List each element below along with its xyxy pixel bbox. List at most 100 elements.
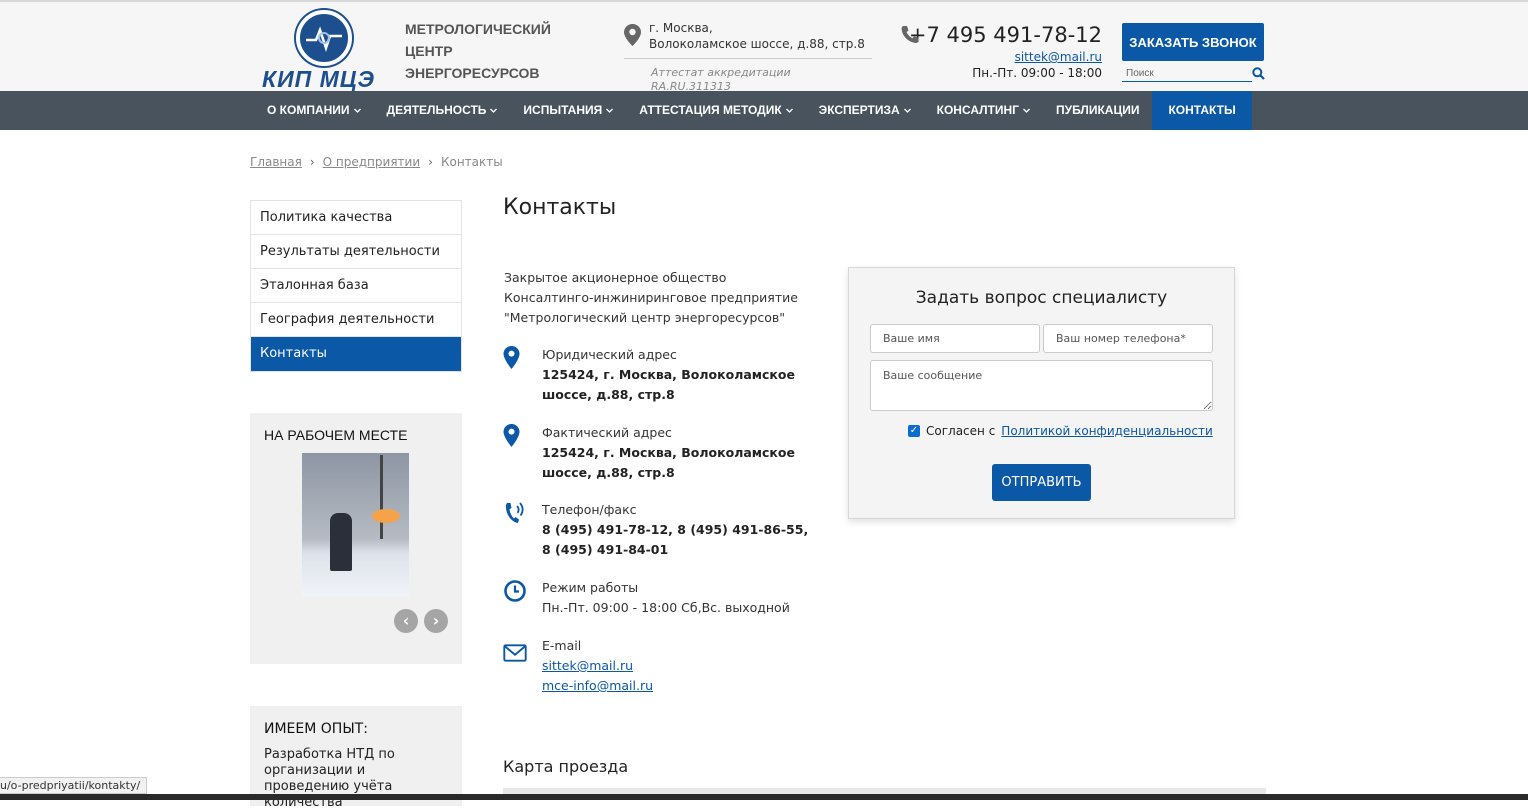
contact-value: Пн.-Пт. 09:00 - 18:00 Сб,Вс. выходной (542, 600, 790, 615)
arrow-left-icon[interactable]: ‹ (394, 609, 418, 633)
search-input[interactable] (1122, 65, 1252, 82)
experience-widget: ИМЕЕМ ОПЫТ: Разработка НТД по организаци… (250, 706, 462, 810)
chevron-down-icon (1023, 108, 1030, 113)
photo-person (330, 513, 352, 571)
chevron-down-icon (490, 108, 498, 113)
phone-ringing-icon (505, 502, 524, 523)
search-icon[interactable] (1252, 67, 1265, 80)
org-name-line: МЕТРОЛОГИЧЕСКИЙ (405, 21, 551, 37)
map-pin-icon (624, 24, 641, 46)
email-link[interactable]: sittek@mail.ru (542, 658, 633, 673)
sidebar-item-contacts[interactable]: Контакты (251, 337, 461, 371)
window-bottom-edge (0, 794, 1528, 800)
header-address: г. Москва, Волоколамское шоссе, д.88, ст… (624, 20, 872, 94)
breadcrumb-home[interactable]: Главная (250, 155, 302, 169)
search-box (1122, 65, 1266, 82)
header-phone[interactable]: +7 495 491-78-12 (900, 22, 1102, 48)
submit-button[interactable]: ОТПРАВИТЬ (992, 464, 1091, 501)
sidebar-item-quality-policy[interactable]: Политика качества (251, 201, 461, 235)
nav-item-tests[interactable]: ИСПЫТАНИЯ (510, 91, 626, 130)
nav-item-contacts[interactable]: КОНТАКТЫ (1152, 91, 1252, 130)
sidebar-item-results[interactable]: Результаты деятельности (251, 235, 461, 269)
page-title: Контакты (503, 195, 617, 220)
work-hours: Режим работы Пн.-Пт. 09:00 - 18:00 Сб,Вс… (503, 578, 833, 618)
nav-item-methods[interactable]: АТТЕСТАЦИЯ МЕТОДИК (626, 91, 805, 130)
message-input[interactable] (870, 360, 1213, 411)
divider (624, 58, 872, 59)
photo-flare (372, 509, 400, 523)
contact-label: Фактический адрес (542, 425, 672, 440)
contact-value[interactable]: 8 (495) 491-78-12, 8 (495) 491-86-55, (542, 520, 833, 540)
chevron-down-icon (785, 108, 793, 113)
sidebar-item-reference-base[interactable]: Эталонная база (251, 269, 461, 303)
sidebar-item-geography[interactable]: География деятельности (251, 303, 461, 337)
contact-value: 125424, г. Москва, Волоколамское шоссе, … (542, 445, 795, 480)
question-form: Задать вопрос специалисту ✓ Согласен с П… (848, 267, 1235, 519)
logo[interactable]: КИП МЦЭ (262, 10, 396, 92)
arrow-right-icon[interactable]: › (424, 609, 448, 633)
company-line: "Метрологический центр энергоресурсов" (504, 310, 786, 325)
nav-item-label: ДЕЯТЕЛЬНОСТЬ (386, 103, 487, 117)
chevron-down-icon (903, 108, 911, 113)
org-name-line: ЭНЕРГОРЕСУРСОВ (405, 65, 540, 81)
nav-item-expertise[interactable]: ЭКСПЕРТИЗА (806, 91, 924, 130)
nav-item-label: КОНТАКТЫ (1168, 103, 1236, 117)
clock-icon (504, 580, 526, 602)
chevron-down-icon (353, 108, 361, 113)
nav-item-label: ПУБЛИКАЦИИ (1056, 103, 1140, 117)
email-contacts: E-mail sittek@mail.ru mce-info@mail.ru (503, 636, 833, 696)
logo-emblem-icon (296, 10, 352, 66)
at-work-widget: НА РАБОЧЕМ МЕСТЕ ‹ › (250, 413, 462, 664)
breadcrumb: Главная › О предприятии › Контакты (250, 155, 503, 169)
header-hours: Пн.-Пт. 09:00 - 18:00 (972, 66, 1102, 80)
nav-item-publications[interactable]: ПУБЛИКАЦИИ (1043, 91, 1152, 130)
phone-input[interactable] (1043, 324, 1213, 353)
nav-item-label: ИСПЫТАНИЯ (523, 103, 603, 117)
contact-label: Юридический адрес (542, 347, 677, 362)
legal-address: Юридический адрес 125424, г. Москва, Вол… (503, 345, 833, 405)
breadcrumb-separator: › (428, 155, 433, 169)
organization-name: МЕТРОЛОГИЧЕСКИЙ ЦЕНТР ЭНЕРГОРЕСУРСОВ (405, 18, 575, 84)
header-email-link[interactable]: sittek@mail.ru (900, 49, 1102, 65)
nav-item-consulting[interactable]: КОНСАЛТИНГ (924, 91, 1043, 130)
nav-item-label: АТТЕСТАЦИЯ МЕТОДИК (639, 103, 782, 117)
worker-photo[interactable] (302, 453, 409, 596)
consent-row: ✓ Согласен с Политикой конфиденциальност… (908, 424, 1213, 438)
breadcrumb-parent[interactable]: О предприятии (323, 155, 420, 169)
callback-button[interactable]: ЗАКАЗАТЬ ЗВОНОК (1122, 23, 1264, 61)
contact-label: Телефон/факс (542, 502, 637, 517)
company-line: Консалтинго-инжиниринговое предприятие (504, 290, 798, 305)
address-line: Волоколамское шоссе, д.88, стр.8 (649, 37, 865, 51)
nav-item-about[interactable]: О КОМПАНИИ (254, 91, 374, 130)
widget-title: ИМЕЕМ ОПЫТ: (264, 721, 368, 737)
main-navigation: О КОМПАНИИ ДЕЯТЕЛЬНОСТЬ ИСПЫТАНИЯ АТТЕСТ… (0, 91, 1528, 130)
site-header: КИП МЦЭ МЕТРОЛОГИЧЕСКИЙ ЦЕНТР ЭНЕРГОРЕСУ… (0, 0, 1528, 94)
phone-icon (901, 26, 919, 43)
address-line: г. Москва, (649, 21, 713, 35)
company-line: Закрытое акционерное общество (504, 270, 727, 285)
consent-checkbox[interactable]: ✓ (908, 425, 920, 437)
sidebar-menu: Политика качества Результаты деятельност… (250, 200, 462, 372)
actual-address: Фактический адрес 125424, г. Москва, Вол… (503, 423, 833, 483)
contact-label: E-mail (542, 638, 582, 653)
phone-fax: Телефон/факс 8 (495) 491-78-12, 8 (495) … (503, 500, 833, 560)
map-pin-icon (503, 424, 520, 447)
status-bar-url: u/o-predpriyatii/kontakty/ (0, 777, 148, 794)
contact-value[interactable]: 8 (495) 491-84-01 (542, 540, 833, 560)
nav-item-activity[interactable]: ДЕЯТЕЛЬНОСТЬ (374, 91, 511, 130)
envelope-icon (503, 644, 527, 662)
contact-label: Режим работы (542, 580, 639, 595)
slider-controls: ‹ › (394, 609, 448, 633)
org-name-line: ЦЕНТР (405, 43, 453, 59)
chevron-down-icon (606, 108, 614, 113)
name-input[interactable] (870, 324, 1040, 353)
consent-text: Согласен с (926, 424, 996, 438)
privacy-policy-link[interactable]: Политикой конфиденциальности (1001, 424, 1212, 438)
logo-text: КИП МЦЭ (262, 66, 376, 92)
attest-label: Аттестат аккредитации (651, 66, 791, 79)
nav-item-label: ЭКСПЕРТИЗА (818, 103, 900, 117)
map-pin-icon (503, 346, 520, 369)
email-link[interactable]: mce-info@mail.ru (542, 678, 653, 693)
form-title: Задать вопрос специалисту (915, 288, 1168, 308)
breadcrumb-current: Контакты (440, 155, 503, 169)
